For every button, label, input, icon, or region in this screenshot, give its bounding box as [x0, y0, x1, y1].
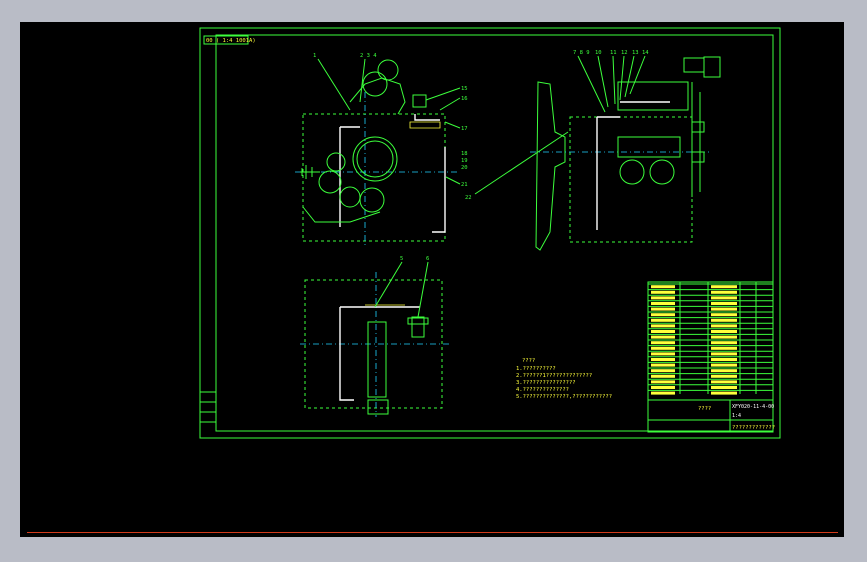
parts-list-row-text — [651, 358, 675, 361]
parts-list-row-text — [651, 374, 675, 378]
svg-text:18: 18 — [461, 151, 468, 157]
svg-text:13: 13 — [632, 50, 639, 56]
parts-list-row-text — [651, 341, 675, 345]
svg-text:6: 6 — [426, 256, 429, 262]
parts-list-row-text — [651, 302, 675, 305]
parts-list-row-material — [711, 358, 737, 361]
parts-list-row-material — [711, 352, 737, 356]
svg-text:19: 19 — [461, 158, 468, 164]
parts-list-row-material — [711, 313, 737, 317]
svg-text:1: 1 — [313, 53, 316, 59]
svg-text:21: 21 — [461, 182, 468, 188]
side-view[interactable]: 7 8 9 10 11 12 13 14 — [530, 50, 721, 251]
parts-list-row-material — [711, 302, 737, 305]
svg-text:10: 10 — [595, 50, 602, 56]
sheet-inner-border — [215, 34, 774, 432]
note-5: 5.??????????????,???????????? — [516, 394, 612, 400]
svg-text:12: 12 — [621, 50, 628, 56]
status-divider-line — [27, 532, 838, 533]
parts-list-row-material — [711, 391, 737, 395]
svg-text:22: 22 — [465, 195, 472, 201]
parts-list-row-text — [651, 296, 675, 300]
svg-text:15: 15 — [461, 86, 468, 92]
drawing-canvas[interactable]: 00 ( 1:4 1001A) 1 2 3 4 15 16 17 18 19 2… — [20, 22, 844, 537]
front-view-part-labels: 1 2 3 4 15 16 17 18 19 20 21 22 — [313, 53, 472, 201]
parts-list-row-text — [651, 285, 675, 289]
parts-list-row-material — [711, 380, 737, 384]
svg-text:16: 16 — [461, 96, 468, 102]
front-view[interactable]: 1 2 3 4 15 16 17 18 19 20 21 22 — [295, 53, 569, 247]
parts-list-row-material — [711, 369, 737, 373]
parts-list-row-text — [651, 335, 675, 339]
parts-list-row-material — [711, 290, 737, 294]
side-view-part-labels: 7 8 9 10 11 12 13 14 — [573, 50, 649, 56]
svg-text:17: 17 — [461, 126, 468, 132]
notes-title: ???? — [522, 358, 535, 364]
parts-list-row-text — [651, 290, 675, 294]
parts-list-row-text — [651, 346, 675, 350]
parts-list-row-text — [651, 330, 675, 333]
parts-list-row-material — [711, 335, 737, 339]
parts-list-row-material — [711, 374, 737, 378]
note-1: 1.?????????? — [516, 366, 556, 372]
leader-5 — [374, 261, 403, 308]
svg-text:2 3 4: 2 3 4 — [360, 53, 377, 59]
parts-list-row-material — [711, 363, 737, 367]
title-block-title: ???? — [698, 406, 711, 412]
parts-list-row-text — [651, 318, 675, 322]
parts-list-row-text — [651, 307, 675, 311]
svg-text:11: 11 — [610, 50, 617, 56]
note-4: 4.?????????????? — [516, 387, 569, 393]
title-block-scale: 1:4 — [732, 413, 741, 419]
corner-code: 00 ( 1:4 1001A) — [206, 38, 256, 44]
parts-list-row-material — [711, 307, 737, 311]
technical-notes: ???? 1.?????????? 2.??????1?????????????… — [516, 358, 612, 400]
parts-list-row-text — [651, 386, 675, 389]
parts-list-row-material — [711, 324, 737, 328]
parts-list-row-material — [711, 318, 737, 322]
svg-text:5: 5 — [400, 256, 403, 262]
parts-list-row-text — [651, 324, 675, 328]
parts-list-row-material — [711, 346, 737, 350]
svg-text:7 8 9: 7 8 9 — [573, 50, 590, 56]
leader-6 — [417, 261, 429, 318]
cad-viewport[interactable]: 00 ( 1:4 1001A) 1 2 3 4 15 16 17 18 19 2… — [20, 22, 844, 537]
parts-list-row-text — [651, 380, 675, 384]
parts-list-row-text — [651, 313, 675, 317]
left-margin-strip — [200, 391, 216, 423]
parts-list-row-text — [651, 369, 675, 373]
title-block: ???? XFY020-11-4-00 1:4 ????????????? — [648, 399, 775, 432]
svg-text:20: 20 — [461, 165, 468, 171]
svg-text:14: 14 — [642, 50, 649, 56]
plan-view[interactable]: 5 6 — [300, 256, 450, 417]
parts-list-row-text — [651, 352, 675, 356]
note-3: 3.???????????????? — [516, 380, 576, 386]
side-view-leaders — [577, 55, 646, 113]
parts-list-row-material — [711, 296, 737, 300]
parts-list-row-text — [651, 363, 675, 367]
note-2: 2.??????1?????????????? — [516, 373, 592, 379]
title-block-drawing-number: XFY020-11-4-00 — [732, 404, 774, 410]
parts-list-row-material — [711, 386, 737, 389]
parts-list-row-text — [651, 391, 675, 395]
parts-list-row-material — [711, 285, 737, 289]
parts-list-row-material — [711, 330, 737, 333]
parts-list-row-material — [711, 341, 737, 345]
sheet-outer-border — [199, 27, 781, 439]
plan-view-part-labels: 5 6 — [400, 256, 429, 262]
title-block-company: ????????????? — [732, 425, 775, 431]
